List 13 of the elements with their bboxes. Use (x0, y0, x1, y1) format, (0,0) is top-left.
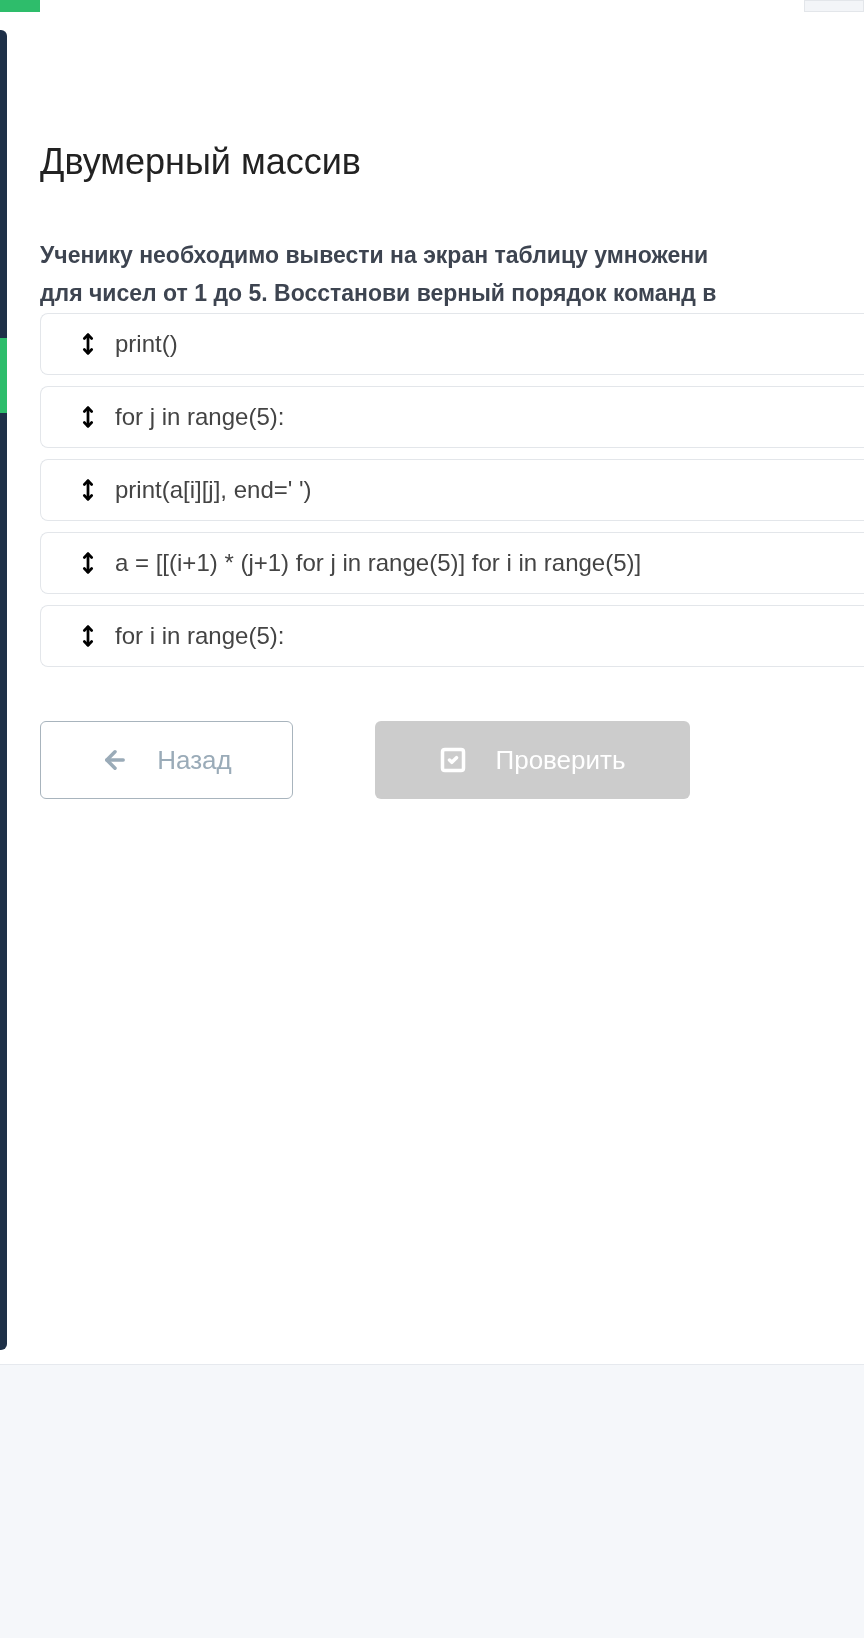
draggable-item[interactable]: for j in range(5): (40, 386, 864, 448)
draggable-item[interactable]: print() (40, 313, 864, 375)
item-text: for i in range(5): (115, 621, 285, 651)
page-title: Двумерный массив (40, 140, 362, 184)
item-text: for j in range(5): (115, 402, 285, 432)
draggable-item[interactable]: a = [[(i+1) * (j+1) for j in range(5)] for i in range(5)] (40, 532, 864, 594)
draggable-item[interactable]: for i in range(5): (40, 605, 864, 667)
checkbox-icon (439, 746, 468, 774)
item-text: a = [[(i+1) * (j+1) for j in range(5)] for i in range(5)] (115, 548, 642, 578)
question-text: Ученику необходимо вывести на экран таблицу умножени для чисел от 1 до 5. Восстанови верный порядок команд в (40, 241, 718, 308)
item-text: print(a[i][j], end=' ') (115, 475, 312, 505)
draggable-item[interactable]: print(a[i][j], end=' ') (40, 459, 864, 521)
item-text: print() (115, 329, 178, 359)
